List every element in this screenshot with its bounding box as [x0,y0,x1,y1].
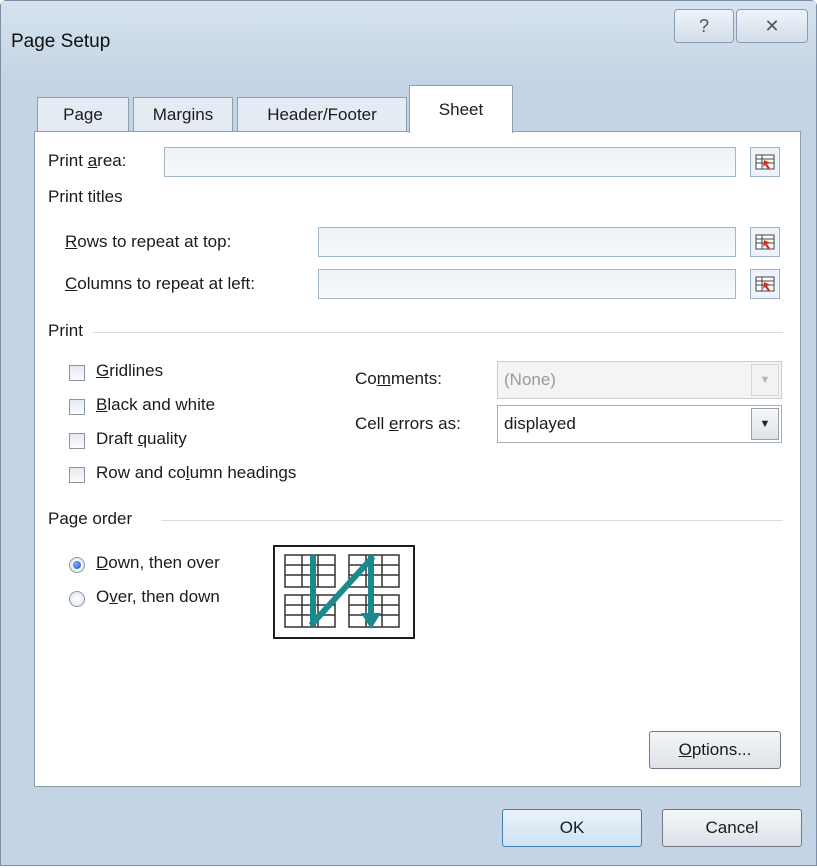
print-group-divider [93,332,783,333]
down-then-over-radio[interactable] [69,557,85,573]
close-icon: ✕ [764,15,780,36]
print-heading: Print [48,321,83,340]
comments-select-value: (None) [504,370,556,389]
black-and-white-checkbox[interactable] [69,399,85,415]
tab-page[interactable]: Page [37,97,129,131]
page-order-divider [161,520,783,521]
row-column-headings-checkbox[interactable] [69,467,85,483]
columns-collapse-button[interactable] [750,269,780,299]
print-area-input[interactable] [164,147,736,177]
tab-label: Sheet [438,99,484,119]
over-then-down-label[interactable]: Over, then down [96,587,220,607]
row-column-headings-label[interactable]: Row and column headings [96,463,296,483]
rows-to-repeat-label: Rows to repeat at top: [65,232,232,251]
print-area-collapse-button[interactable] [750,147,780,177]
draft-quality-checkbox[interactable] [69,433,85,449]
tab-sheet[interactable]: Sheet [409,85,513,133]
gridlines-checkbox[interactable] [69,365,85,381]
rows-to-repeat-input[interactable] [318,227,736,257]
columns-to-repeat-input[interactable] [318,269,736,299]
cell-errors-select-value: displayed [504,414,576,433]
gridlines-label[interactable]: Gridlines [96,361,163,381]
ok-button[interactable]: OK [502,809,642,847]
comments-select[interactable]: (None) ▼ [497,361,782,399]
range-select-icon [755,276,775,292]
page-order-preview [273,545,415,639]
print-area-label: Print area: [48,151,127,170]
cancel-button[interactable]: Cancel [662,809,802,847]
options-button[interactable]: Options... [649,731,781,769]
close-button[interactable]: ✕ [736,9,808,43]
cell-errors-label: Cell errors as: [355,414,461,433]
comments-label: Comments: [355,369,442,388]
down-then-over-label[interactable]: Down, then over [96,553,220,573]
over-then-down-radio[interactable] [69,591,85,607]
comments-dropdown-arrow-icon[interactable]: ▼ [751,364,779,396]
cancel-button-label: Cancel [705,818,759,837]
print-titles-heading: Print titles [48,187,123,206]
range-select-icon [755,154,775,170]
rows-collapse-button[interactable] [750,227,780,257]
columns-to-repeat-label: Columns to repeat at left: [65,274,255,293]
black-and-white-label[interactable]: Black and white [96,395,215,415]
options-button-label: Options... [678,740,752,759]
cell-errors-select[interactable]: displayed ▼ [497,405,782,443]
page-order-diagram-icon [284,554,400,629]
tab-label: Page [63,104,103,124]
tab-label: Header/Footer [267,104,377,124]
tab-label: Margins [152,104,214,124]
page-setup-dialog: Page Setup ? ✕ Page Margins Header/Foote… [0,0,817,866]
tab-margins[interactable]: Margins [133,97,233,131]
range-select-icon [755,234,775,250]
draft-quality-label[interactable]: Draft quality [96,429,187,449]
cell-errors-dropdown-arrow-icon[interactable]: ▼ [751,408,779,440]
help-icon: ? [698,15,709,36]
dialog-title: Page Setup [11,31,111,52]
page-order-heading: Page order [48,509,133,528]
ok-button-label: OK [559,818,585,837]
title-bar[interactable]: Page Setup ? ✕ [1,1,816,81]
help-button[interactable]: ? [674,9,734,43]
tab-header-footer[interactable]: Header/Footer [237,97,407,131]
